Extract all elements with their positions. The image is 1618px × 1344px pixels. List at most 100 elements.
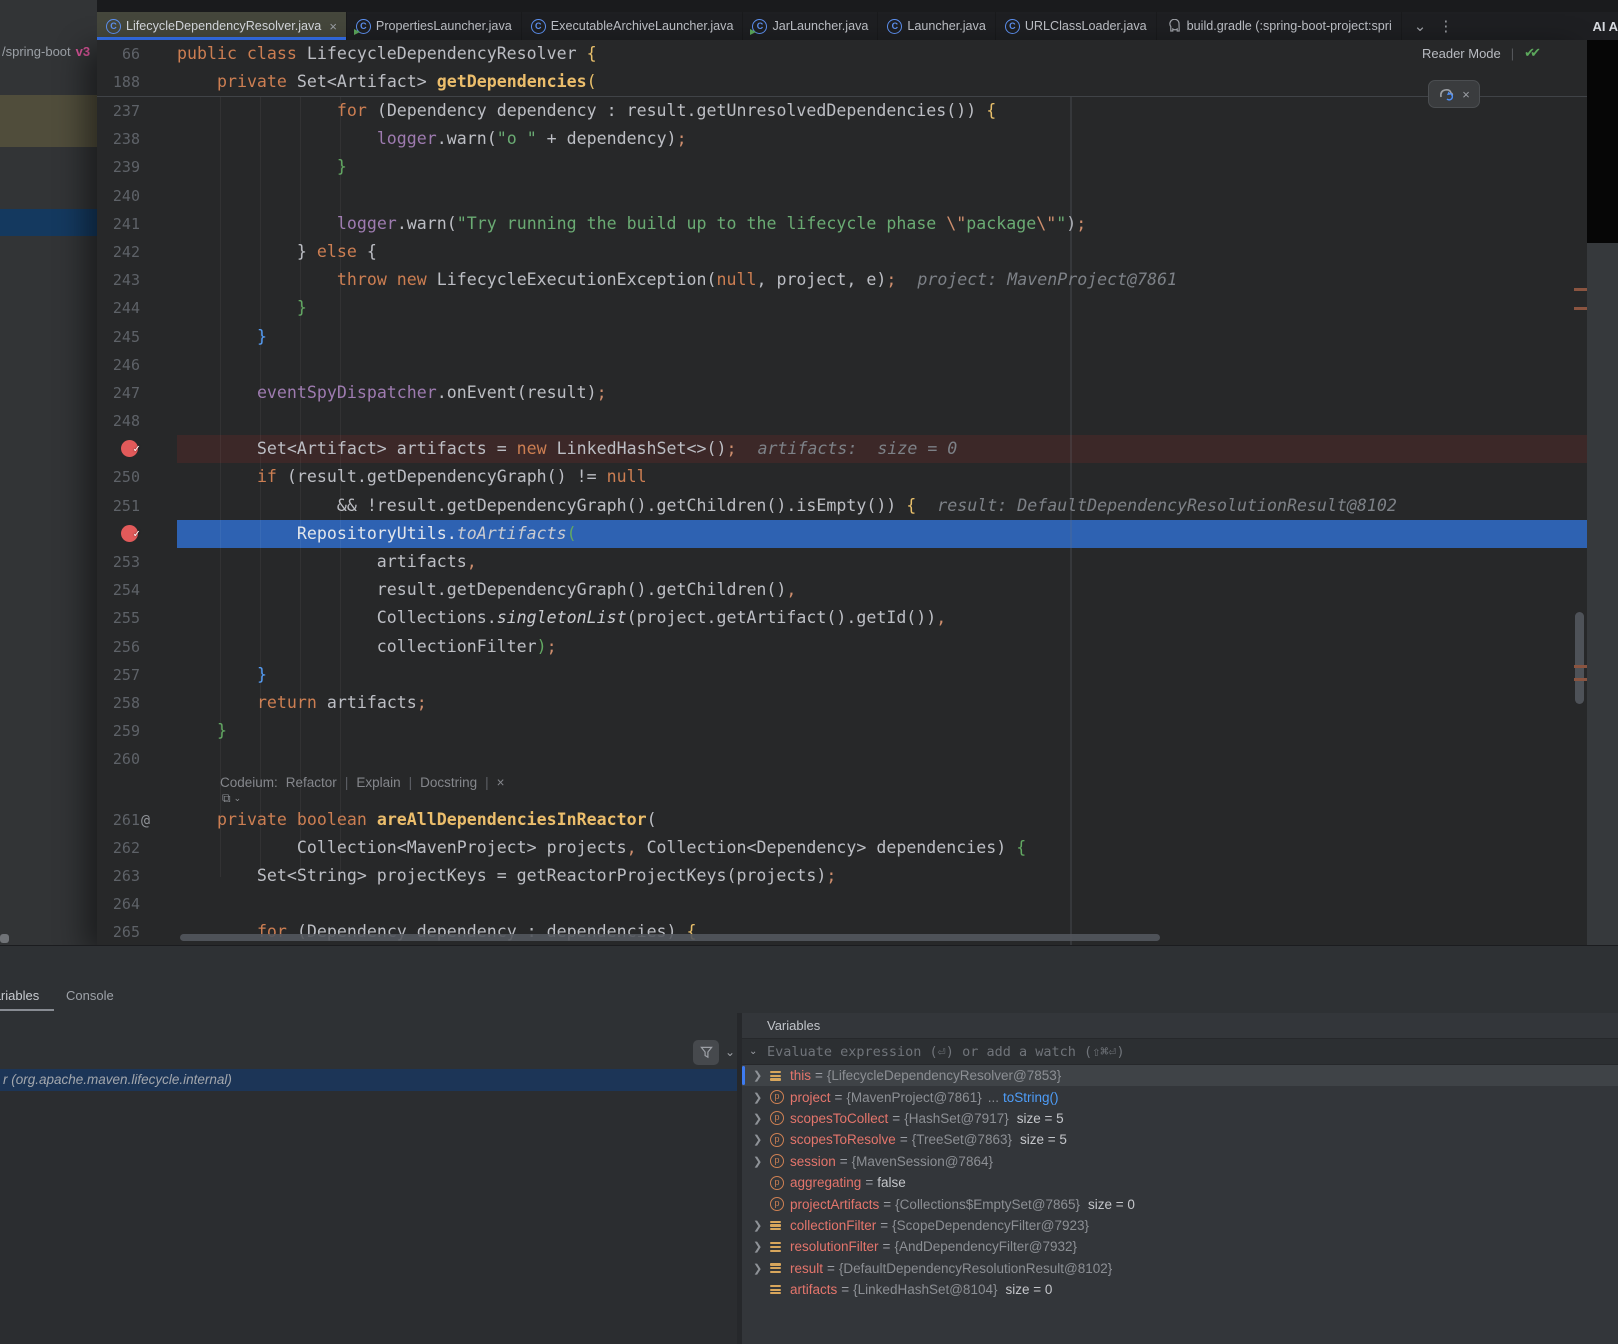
gutter[interactable]: 260 (97, 745, 177, 773)
line-number[interactable]: 260 (113, 745, 140, 773)
chevron-down-icon[interactable]: ⌄ (749, 1039, 757, 1065)
variable-row[interactable]: ❯this={LifecycleDependencyResolver@7853} (742, 1065, 1618, 1086)
stack-frame-selected[interactable]: r (org.apache.maven.lifecycle.internal) (0, 1069, 737, 1091)
close-icon[interactable]: × (1462, 87, 1470, 102)
gutter[interactable]: 253 (97, 548, 177, 576)
error-stripe-mark[interactable] (1574, 665, 1587, 668)
line-number[interactable]: 261 (113, 806, 140, 834)
variable-row[interactable]: pprojectArtifacts={Collections$EmptySet@… (742, 1193, 1618, 1214)
editor-tab[interactable]: CLauncher.java (878, 12, 995, 40)
expand-chevron-icon[interactable]: ❯ (753, 1133, 770, 1146)
ai-assistant-label[interactable]: AI A (1552, 19, 1618, 34)
chevron-down-icon[interactable]: ⌄ (725, 1045, 735, 1059)
project-tree-highlight-row[interactable] (0, 95, 97, 147)
gutter[interactable]: 66 (97, 40, 177, 68)
line-number[interactable]: 66 (122, 40, 140, 68)
variable-row[interactable]: ❯psession={MavenSession@7864} (742, 1151, 1618, 1172)
breakpoint-icon[interactable] (121, 525, 138, 542)
to-string-link[interactable]: toString() (999, 1090, 1059, 1105)
gutter[interactable]: 263 (97, 862, 177, 890)
variable-row[interactable]: ❯resolutionFilter={AndDependencyFilter@7… (742, 1236, 1618, 1257)
gutter[interactable]: 242 (97, 238, 177, 266)
expand-chevron-icon[interactable]: ❯ (753, 1091, 770, 1104)
variable-row[interactable]: ❯pscopesToCollect={HashSet@7917}size = 5 (742, 1108, 1618, 1129)
line-number[interactable]: 258 (113, 689, 140, 717)
error-stripe-mark[interactable] (1574, 288, 1587, 291)
gutter[interactable]: 248 (97, 407, 177, 435)
gutter[interactable] (97, 435, 177, 463)
expand-chevron-icon[interactable]: ❯ (753, 1112, 770, 1125)
gutter[interactable]: 241 (97, 210, 177, 238)
chevron-down-icon[interactable]: ⌄ (1408, 17, 1433, 35)
gutter[interactable]: 237 (97, 97, 177, 125)
variable-row[interactable]: ❯pscopesToResolve={TreeSet@7863}size = 5 (742, 1129, 1618, 1150)
gutter[interactable]: 265 (97, 918, 177, 945)
gutter[interactable]: 262 (97, 834, 177, 862)
tab-variables[interactable]: Variables (0, 983, 54, 1013)
line-number[interactable]: 251 (113, 492, 140, 520)
line-number[interactable]: 264 (113, 890, 140, 918)
gutter[interactable]: 238 (97, 125, 177, 153)
inspections-ok-icon[interactable]: ✔✔ (1524, 45, 1541, 61)
editor-tab[interactable]: CURLClassLoader.java (996, 12, 1157, 40)
line-number[interactable]: 256 (113, 633, 140, 661)
variable-row[interactable]: ❯pproject={MavenProject@7861}...toString… (742, 1086, 1618, 1107)
codeium-action-docstring[interactable]: Docstring (420, 774, 477, 791)
horizontal-scrollbar[interactable] (180, 934, 1160, 941)
line-number[interactable]: 240 (113, 182, 140, 210)
annotation-gutter-icon[interactable]: @ (141, 806, 150, 834)
ai-refresh-icon[interactable] (1438, 87, 1455, 102)
codeium-icon[interactable]: ⧉ (222, 792, 231, 804)
gutter[interactable]: 239 (97, 153, 177, 181)
line-number[interactable]: 255 (113, 604, 140, 632)
line-number[interactable]: 254 (113, 576, 140, 604)
line-number[interactable]: 245 (113, 323, 140, 351)
vertical-scrollbar[interactable] (1575, 612, 1584, 704)
editor-tab[interactable]: CPropertiesLauncher.java (347, 12, 522, 40)
line-number[interactable]: 247 (113, 379, 140, 407)
line-number[interactable]: 248 (113, 407, 140, 435)
gutter[interactable]: 259 (97, 717, 177, 745)
gutter[interactable]: 264 (97, 890, 177, 918)
expand-chevron-icon[interactable]: ❯ (753, 1240, 770, 1253)
line-number[interactable]: 243 (113, 266, 140, 294)
expand-chevron-icon[interactable]: ❯ (753, 1155, 770, 1168)
gutter[interactable]: 240 (97, 182, 177, 210)
project-tree-selected-row[interactable] (0, 209, 97, 236)
variable-row[interactable]: ❯collectionFilter={ScopeDependencyFilter… (742, 1215, 1618, 1236)
gutter[interactable]: 250 (97, 463, 177, 491)
gutter[interactable]: 254 (97, 576, 177, 604)
gutter[interactable]: 246 (97, 351, 177, 379)
gutter[interactable]: 258 (97, 689, 177, 717)
codeium-action-explain[interactable]: Explain (356, 774, 400, 791)
line-number[interactable]: 241 (113, 210, 140, 238)
editor-tab[interactable]: CJarLauncher.java (743, 12, 878, 40)
line-number[interactable]: 239 (113, 153, 140, 181)
line-number[interactable]: 265 (113, 918, 140, 945)
expand-chevron-icon[interactable]: ❯ (753, 1219, 770, 1232)
close-icon[interactable]: × (329, 19, 337, 34)
project-root-item[interactable]: /spring-bootv3 (2, 44, 90, 59)
line-number[interactable]: 250 (113, 463, 140, 491)
gutter[interactable]: 245 (97, 323, 177, 351)
line-number[interactable]: 262 (113, 834, 140, 862)
editor-tab[interactable]: CExecutableArchiveLauncher.java (522, 12, 744, 40)
gutter[interactable]: 251 (97, 492, 177, 520)
line-number[interactable]: 237 (113, 97, 140, 125)
error-stripe-mark[interactable] (1574, 307, 1587, 310)
expand-chevron-icon[interactable]: ❯ (753, 1069, 770, 1082)
kebab-menu-icon[interactable]: ⋮ (1432, 17, 1459, 35)
line-number[interactable]: 253 (113, 548, 140, 576)
filter-button[interactable] (693, 1040, 719, 1065)
gutter[interactable] (97, 520, 177, 548)
line-number[interactable]: 242 (113, 238, 140, 266)
chevron-down-icon[interactable]: ⌄ (234, 794, 242, 803)
codeium-action-refactor[interactable]: Refactor (286, 774, 337, 791)
variable-row[interactable]: artifacts={LinkedHashSet@8104}size = 0 (742, 1279, 1618, 1300)
project-panel-scrollbar[interactable] (0, 934, 9, 943)
variable-row[interactable]: paggregating=false (742, 1172, 1618, 1193)
gutter[interactable]: 244 (97, 294, 177, 322)
gutter[interactable]: 261@ (97, 806, 177, 834)
breakpoint-icon[interactable] (121, 440, 138, 457)
line-number[interactable]: 259 (113, 717, 140, 745)
